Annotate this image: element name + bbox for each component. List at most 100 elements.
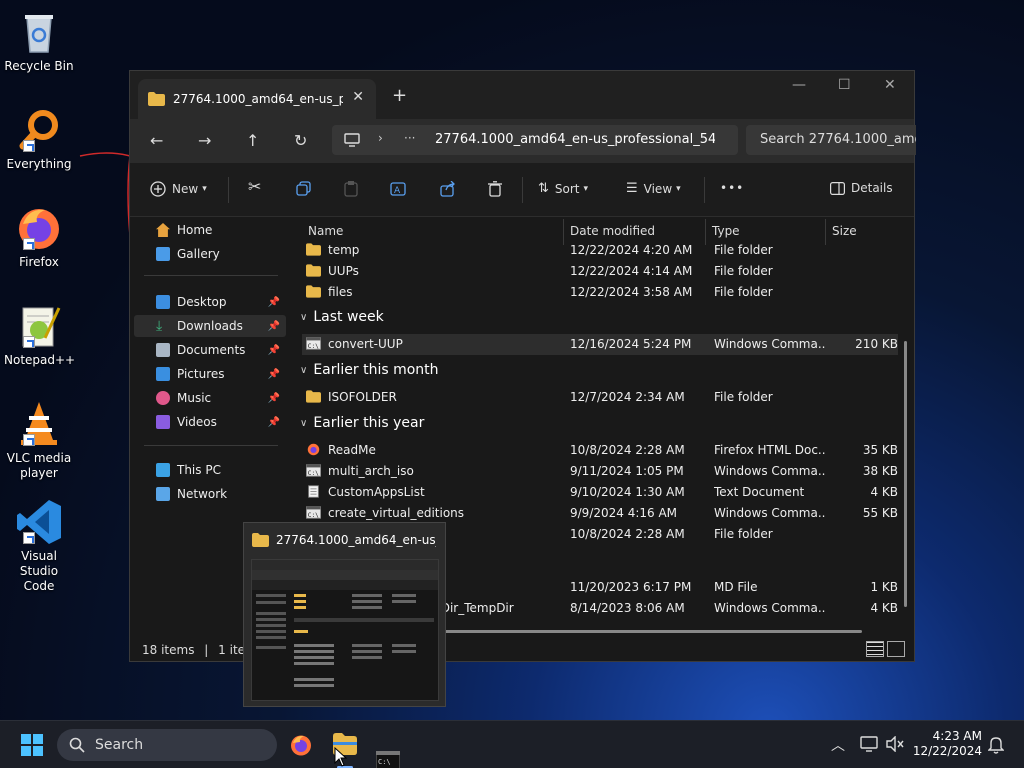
file-date: 10/8/2024 2:28 AM bbox=[570, 443, 685, 457]
details-pane-icon bbox=[830, 181, 845, 195]
desktop-icon-notepadpp[interactable]: Notepad++ bbox=[4, 302, 75, 368]
minimize-icon[interactable]: — bbox=[792, 77, 806, 93]
table-row[interactable]: CustomAppsList 9/10/2024 1:30 AM Text Do… bbox=[302, 482, 898, 503]
sort-button[interactable]: ⇅ Sort ▾ bbox=[538, 181, 588, 196]
chevron-down-icon: ▾ bbox=[583, 183, 589, 194]
search-input[interactable]: Search 27764.1000_amd6 bbox=[746, 125, 916, 155]
vertical-scrollbar[interactable] bbox=[904, 341, 907, 607]
shortcut-arrow-icon bbox=[23, 140, 35, 152]
group-header-last-week[interactable]: ∨ Last week bbox=[300, 309, 384, 325]
maximize-icon[interactable]: ☐ bbox=[838, 77, 851, 93]
group-header-earlier-this-month[interactable]: ∨ Earlier this month bbox=[300, 362, 439, 378]
cut-scissors-icon[interactable]: ✂ bbox=[248, 177, 261, 196]
file-size: 210 KB bbox=[855, 337, 898, 351]
up-arrow-icon[interactable]: ↑ bbox=[246, 131, 259, 150]
sidebar-item-label: Home bbox=[177, 223, 213, 237]
table-row[interactable]: C:\ convert-UUP 12/16/2024 5:24 PM Windo… bbox=[302, 334, 898, 355]
thumbnail-title: 27764.1000_amd64_en-us_pr... bbox=[276, 533, 436, 547]
notification-bell-icon[interactable] bbox=[988, 736, 1004, 754]
table-row[interactable]: C:\ multi_arch_iso 9/11/2024 1:05 PM Win… bbox=[302, 461, 898, 482]
copy-icon[interactable] bbox=[296, 181, 311, 196]
pin-icon[interactable]: 📌 bbox=[268, 417, 280, 428]
new-tab-plus-icon[interactable]: + bbox=[392, 85, 407, 106]
refresh-icon[interactable]: ↻ bbox=[294, 131, 307, 150]
speaker-muted-icon[interactable] bbox=[886, 736, 904, 752]
view-button[interactable]: ☰ View ▾ bbox=[626, 181, 681, 196]
address-bar[interactable]: › ··· 27764.1000_amd64_en-us_professiona… bbox=[332, 125, 738, 155]
sidebar-item-network[interactable]: Network bbox=[134, 483, 286, 505]
chevron-down-icon: ▾ bbox=[676, 183, 681, 194]
sidebar-item-this-pc[interactable]: This PC bbox=[134, 459, 286, 481]
delete-trash-icon[interactable] bbox=[488, 181, 502, 197]
toolbar-divider bbox=[228, 177, 229, 203]
desktop-icon-label: VLC media player bbox=[6, 451, 72, 480]
pin-icon[interactable]: 📌 bbox=[268, 369, 280, 380]
sidebar-item-desktop[interactable]: Desktop 📌 bbox=[134, 291, 286, 313]
forward-arrow-icon[interactable]: → bbox=[198, 131, 211, 150]
more-options-icon[interactable]: ••• bbox=[720, 181, 744, 195]
tab-close-icon[interactable]: ✕ bbox=[352, 89, 364, 105]
breadcrumb-chevron-icon: › bbox=[378, 131, 383, 145]
windows-start-icon[interactable] bbox=[21, 734, 43, 756]
table-row[interactable]: ReadMe 10/8/2024 2:28 AM Firefox HTML Do… bbox=[302, 440, 898, 461]
taskbar-thumbnail-preview[interactable]: 27764.1000_amd64_en-us_pr... bbox=[243, 522, 446, 707]
desktop-icon-recycle-bin[interactable]: Recycle Bin bbox=[4, 8, 74, 74]
svg-text:C:\: C:\ bbox=[308, 512, 319, 519]
sidebar-item-label: Gallery bbox=[177, 247, 220, 261]
file-name: temp bbox=[328, 243, 360, 257]
taskbar-terminal-icon[interactable]: C:\ bbox=[376, 751, 400, 768]
pin-icon[interactable]: 📌 bbox=[268, 345, 280, 356]
pin-icon[interactable]: 📌 bbox=[268, 321, 280, 332]
pin-icon[interactable]: 📌 bbox=[268, 393, 280, 404]
table-row[interactable]: C:\ create_virtual_editions 9/9/2024 4:1… bbox=[302, 503, 898, 524]
table-row[interactable]: files 12/22/2024 3:58 AM File folder bbox=[302, 282, 898, 303]
desktop-icon-vlc[interactable]: VLC media player bbox=[4, 400, 74, 481]
rename-icon[interactable]: A bbox=[390, 181, 406, 197]
explorer-tab[interactable]: 27764.1000_amd64_en-us_prof ✕ bbox=[138, 79, 376, 119]
horizontal-scrollbar[interactable] bbox=[442, 630, 862, 633]
taskbar-firefox-icon[interactable] bbox=[289, 733, 313, 757]
network-monitor-icon[interactable] bbox=[860, 736, 878, 752]
sidebar-item-pictures[interactable]: Pictures 📌 bbox=[134, 363, 286, 385]
file-type: File folder bbox=[714, 264, 773, 278]
group-header-earlier-this-year[interactable]: ∨ Earlier this year bbox=[300, 415, 424, 431]
share-icon[interactable] bbox=[440, 181, 456, 197]
show-hidden-icons-chevron-icon[interactable]: ︿ bbox=[831, 735, 845, 755]
desktop-icon-label: Visual Studio Code bbox=[19, 549, 59, 593]
sidebar-item-gallery[interactable]: Gallery bbox=[134, 243, 286, 265]
tiles-view-icon[interactable] bbox=[887, 641, 905, 657]
chevron-down-icon: ▾ bbox=[202, 184, 207, 194]
file-name: multi_arch_iso bbox=[328, 464, 414, 478]
clock-date: 12/22/2024 bbox=[912, 744, 982, 758]
toolbar-divider bbox=[522, 177, 523, 203]
table-row[interactable]: UUPs 12/22/2024 4:14 AM File folder bbox=[302, 261, 898, 282]
desktop-icon-everything[interactable]: Everything bbox=[4, 106, 74, 172]
taskbar-search-box[interactable]: Search bbox=[57, 729, 277, 761]
file-name: ReadMe bbox=[328, 443, 376, 457]
home-icon bbox=[156, 223, 170, 237]
details-view-icon[interactable] bbox=[866, 641, 884, 657]
table-row[interactable]: ISOFOLDER 12/7/2024 2:34 AM File folder bbox=[302, 387, 898, 408]
table-row[interactable]: temp 12/22/2024 4:20 AM File folder bbox=[302, 240, 898, 261]
sidebar-item-videos[interactable]: Videos 📌 bbox=[134, 411, 286, 433]
file-size: 1 KB bbox=[870, 580, 898, 594]
sidebar-item-label: Downloads bbox=[177, 319, 243, 333]
breadcrumb-overflow-icon[interactable]: ··· bbox=[404, 131, 415, 145]
desktop-icon-vscode[interactable]: Visual Studio Code bbox=[4, 498, 74, 594]
system-clock[interactable]: 4:23 AM 12/22/2024 bbox=[912, 729, 982, 759]
file-type: File folder bbox=[714, 243, 773, 257]
sidebar-item-music[interactable]: Music 📌 bbox=[134, 387, 286, 409]
sidebar-item-home[interactable]: Home bbox=[134, 219, 286, 241]
pin-icon[interactable]: 📌 bbox=[268, 297, 280, 308]
sidebar-item-downloads[interactable]: ⤓ Downloads 📌 bbox=[134, 315, 286, 337]
group-label: Earlier this month bbox=[313, 362, 439, 378]
sidebar-item-documents[interactable]: Documents 📌 bbox=[134, 339, 286, 361]
close-window-icon[interactable]: ✕ bbox=[884, 77, 896, 93]
back-arrow-icon[interactable]: ← bbox=[150, 131, 163, 150]
taskbar-search-label: Search bbox=[95, 737, 144, 753]
details-button[interactable]: Details bbox=[830, 181, 893, 195]
new-button[interactable]: New ▾ bbox=[150, 181, 207, 197]
file-name: UUPs bbox=[328, 264, 359, 278]
desktop-icon-firefox[interactable]: Firefox bbox=[4, 204, 74, 270]
pc-monitor-icon bbox=[344, 133, 360, 147]
